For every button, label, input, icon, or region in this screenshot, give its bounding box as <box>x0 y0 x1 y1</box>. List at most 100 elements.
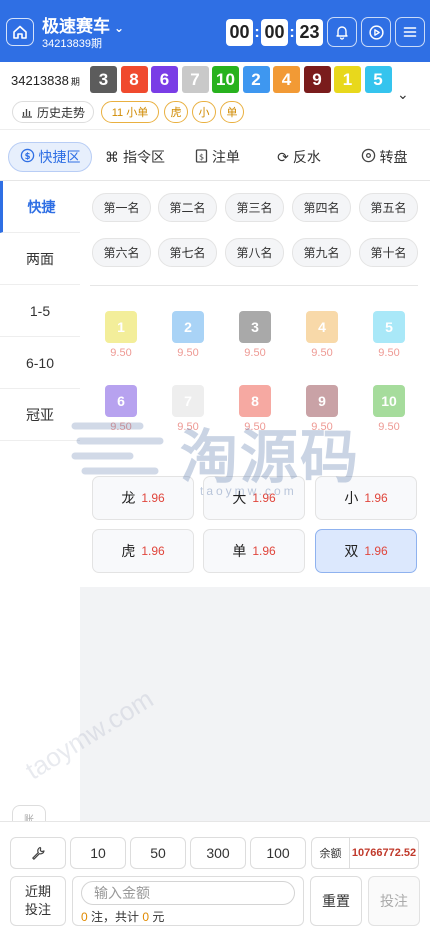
tab-rebate[interactable]: ⟳ 反水 <box>270 142 328 172</box>
bet-count-suffix: 注，共计 <box>91 910 140 924</box>
position-button[interactable]: 第二名 <box>158 193 217 222</box>
tab-bets[interactable]: $ 注单 <box>190 142 245 172</box>
tab-label: 快捷区 <box>38 149 81 165</box>
number-ball-button[interactable]: 6 <box>105 385 137 417</box>
chip-50[interactable]: 50 <box>130 837 186 869</box>
home-button[interactable] <box>6 18 34 46</box>
sidebar-item-champion-runner[interactable]: 冠亚 <box>0 389 80 441</box>
result-ball: 7 <box>181 66 209 93</box>
quick-bet-label: 龙 <box>121 490 136 506</box>
result-balls: 3 8 6 7 10 2 4 9 1 5 <box>90 66 395 93</box>
result-tag-tiger: 虎 <box>164 101 188 123</box>
position-button[interactable]: 第四名 <box>292 193 351 222</box>
number-odds: 9.50 <box>311 421 333 433</box>
number-ball-button[interactable]: 8 <box>239 385 271 417</box>
result-ball: 3 <box>90 66 117 93</box>
sidebar-item-quick[interactable]: 快捷 <box>0 181 80 233</box>
number-ball-button[interactable]: 10 <box>373 385 405 417</box>
last-issue-suffix: 期 <box>70 77 80 87</box>
quick-bet-button[interactable]: 小 1.96 <box>315 476 417 520</box>
history-trend-label: 历史走势 <box>37 105 86 120</box>
menu-button[interactable] <box>395 17 425 47</box>
tab-quick[interactable]: $ 快捷区 <box>8 142 92 172</box>
sidebar-item-two-sides[interactable]: 两面 <box>0 233 80 285</box>
sidebar-item-6-10[interactable]: 6-10 <box>0 337 80 389</box>
result-tag-odd: 单 <box>220 101 244 123</box>
number-odds: 9.50 <box>110 421 132 433</box>
countdown-timer: 00 : 00 : 23 <box>226 19 323 46</box>
tab-label: 反水 <box>292 149 321 165</box>
game-title-selector[interactable]: 极速赛车 ⌄ <box>42 12 124 37</box>
quick-bet-odds: 1.96 <box>364 544 388 558</box>
result-ball: 5 <box>364 66 392 93</box>
number-odds: 9.50 <box>110 347 132 359</box>
position-button[interactable]: 第九名 <box>292 238 351 267</box>
quick-bet-button[interactable]: 双 1.96 <box>315 529 417 573</box>
number-ball-button[interactable]: 5 <box>373 311 405 343</box>
notification-button[interactable] <box>327 17 357 47</box>
position-button[interactable]: 第八名 <box>225 238 284 267</box>
number-ball-button[interactable]: 1 <box>105 311 137 343</box>
recent-label-2: 投注 <box>24 902 51 917</box>
number-ball-button[interactable]: 2 <box>172 311 204 343</box>
place-bet-button[interactable]: 投注 <box>368 876 420 926</box>
quick-bet-button[interactable]: 虎 1.96 <box>92 529 194 573</box>
position-button[interactable]: 第五名 <box>359 193 418 222</box>
number-odds: 9.50 <box>378 347 400 359</box>
chip-10[interactable]: 10 <box>70 837 126 869</box>
number-odds: 9.50 <box>177 347 199 359</box>
bar-chart-icon <box>22 109 32 118</box>
result-ball: 10 <box>212 66 239 93</box>
result-ball: 2 <box>242 66 270 93</box>
quick-bet-button[interactable]: 大 1.96 <box>203 476 305 520</box>
section-divider <box>90 285 418 286</box>
chevron-down-icon: ⌄ <box>397 86 409 102</box>
tab-wheel[interactable]: 转盘 <box>354 142 414 172</box>
quick-bet-odds: 1.96 <box>364 491 388 505</box>
position-button[interactable]: 第六名 <box>92 238 151 267</box>
result-tag-sum: 11 小单 <box>101 101 159 123</box>
chip-300[interactable]: 300 <box>190 837 246 869</box>
number-odds: 9.50 <box>378 421 400 433</box>
recent-bets-button[interactable]: 近期 投注 <box>10 876 66 926</box>
number-ball-button[interactable]: 9 <box>306 385 338 417</box>
wheel-icon <box>361 148 376 166</box>
timer-hours: 00 <box>226 19 253 46</box>
refresh-icon: ⟳ <box>277 148 289 165</box>
position-button[interactable]: 第三名 <box>225 193 284 222</box>
game-title: 极速赛车 <box>42 17 110 36</box>
quick-bet-odds: 1.96 <box>252 491 276 505</box>
settings-button[interactable] <box>10 837 66 869</box>
number-ball-button[interactable]: 4 <box>306 311 338 343</box>
tab-command[interactable]: ⌘ 指令区 <box>100 142 170 172</box>
quick-bet-label: 大 <box>232 490 247 506</box>
tab-label: 指令区 <box>123 149 165 165</box>
receipt-icon: $ <box>195 148 208 166</box>
sidebar-item-1-5[interactable]: 1-5 <box>0 285 80 337</box>
dollar-circle-icon: $ <box>20 148 35 166</box>
last-issue: 34213838 期 <box>11 73 80 88</box>
quick-bet-button[interactable]: 龙 1.96 <box>92 476 194 520</box>
number-ball-button[interactable]: 7 <box>172 385 204 417</box>
result-ball: 1 <box>334 66 361 93</box>
top-header: 极速赛车 ⌄ 34213839期 00 : 00 : 23 <box>0 0 430 62</box>
expand-results-button[interactable]: ⌄ <box>397 86 409 103</box>
number-odds: 9.50 <box>311 347 333 359</box>
number-odds: 9.50 <box>244 421 266 433</box>
quick-bet-panel: 第一名 第二名 第三名 第四名 第五名第六名 第七名 第八名 第九名 第十名 1 9.50 2 9.50… <box>80 181 430 587</box>
last-result-panel: 34213838 期 3 8 6 7 10 2 4 9 1 5 历史走势 11 小单 虎 小 单 ⌄ <box>0 62 430 129</box>
history-trend-button[interactable]: 历史走势 <box>12 101 95 123</box>
position-button[interactable]: 第七名 <box>158 238 217 267</box>
position-button[interactable]: 第一名 <box>92 193 151 222</box>
chevron-down-icon: ⌄ <box>114 21 125 35</box>
reset-button[interactable]: 重置 <box>310 876 362 926</box>
tab-label: 注单 <box>212 149 240 165</box>
live-video-button[interactable] <box>361 17 391 47</box>
quick-bet-button[interactable]: 单 1.96 <box>203 529 305 573</box>
number-odds: 9.50 <box>244 347 266 359</box>
amount-entry-box: 0 注，共计 0 元 <box>72 876 304 926</box>
number-ball-button[interactable]: 3 <box>239 311 271 343</box>
chip-100[interactable]: 100 <box>250 837 306 869</box>
amount-input[interactable] <box>81 881 295 905</box>
position-button[interactable]: 第十名 <box>359 238 418 267</box>
